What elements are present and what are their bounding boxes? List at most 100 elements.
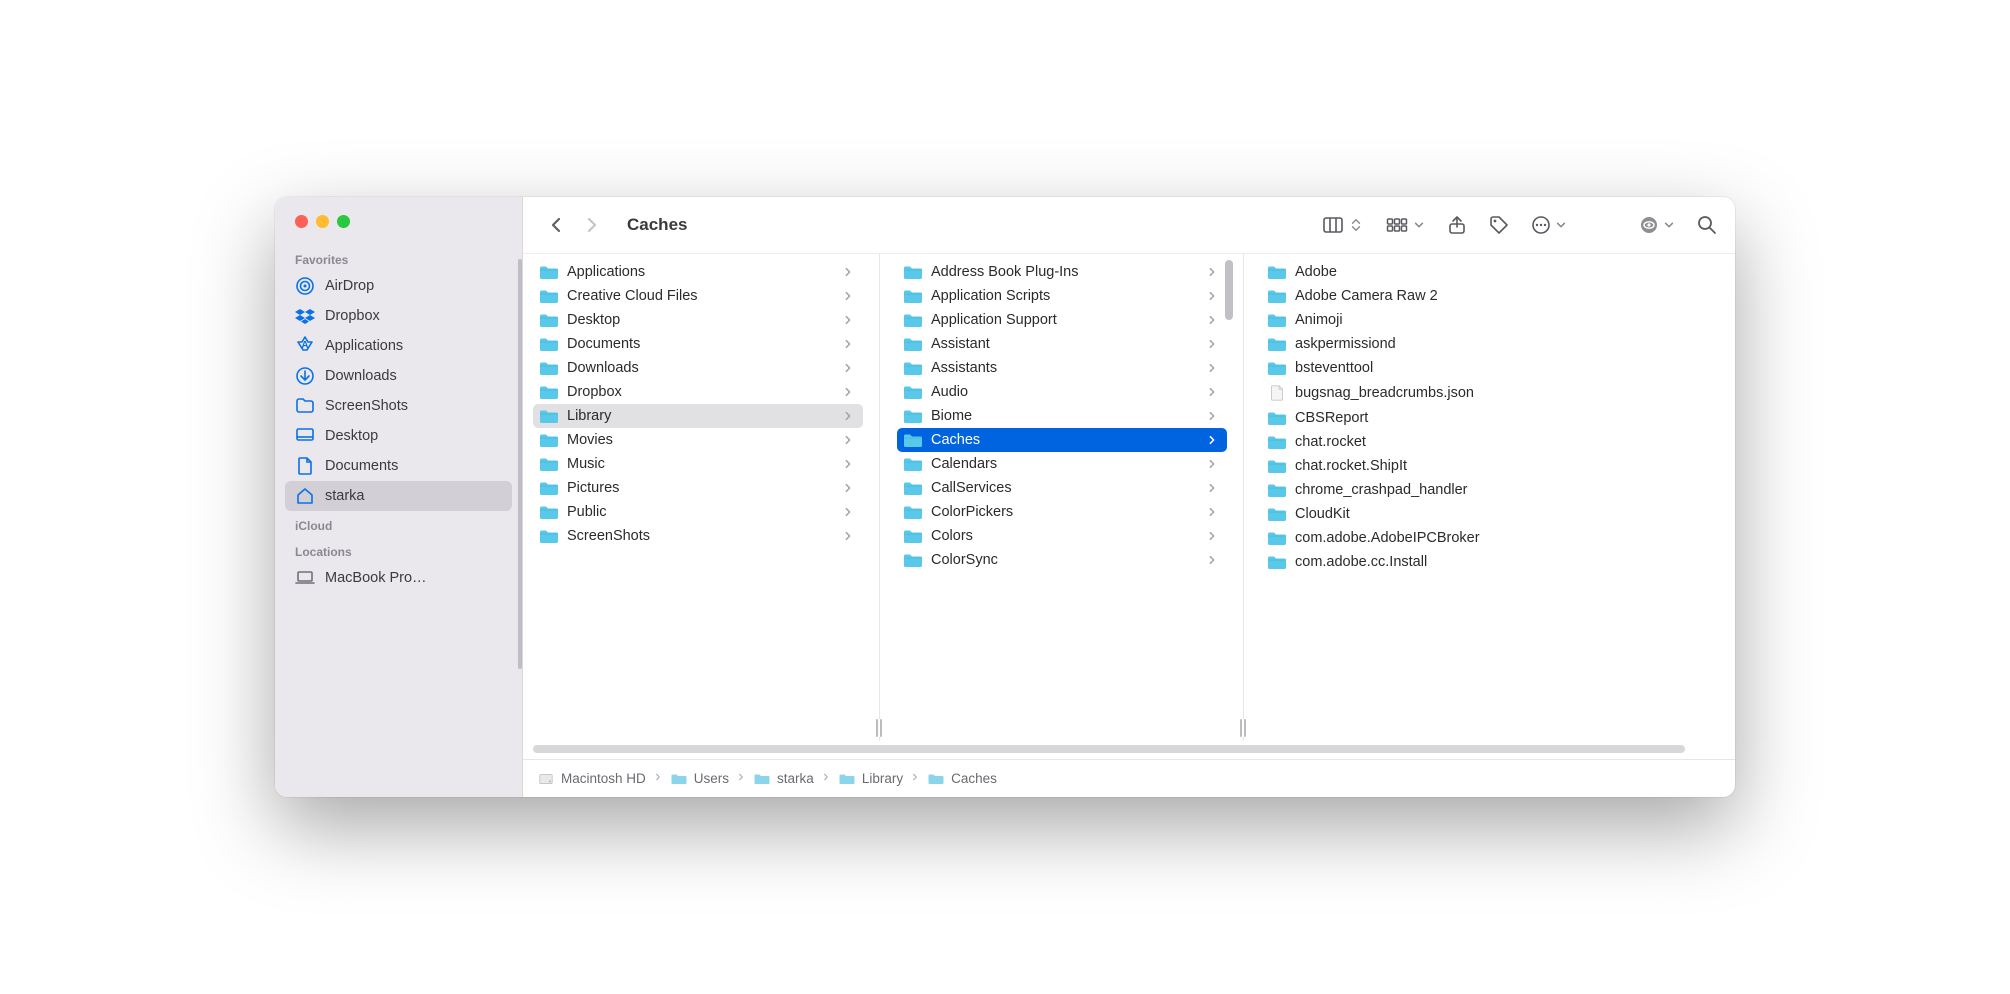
close-window-button[interactable]	[295, 215, 308, 228]
toolbar: Caches	[523, 197, 1735, 253]
horizontal-scrollbar[interactable]	[533, 741, 1725, 757]
sidebar-item-dropbox[interactable]: Dropbox	[285, 301, 512, 331]
list-item[interactable]: Biome	[897, 404, 1227, 428]
path-segment-label: Library	[862, 771, 903, 786]
chevron-right-icon	[1205, 313, 1219, 327]
list-item-label: Desktop	[567, 312, 833, 328]
sidebar-item-label: Applications	[325, 338, 403, 354]
list-item[interactable]: Desktop	[533, 308, 863, 332]
list-item[interactable]: Application Support	[897, 308, 1227, 332]
list-item[interactable]: Documents	[533, 332, 863, 356]
column-resize-handle[interactable]	[871, 254, 887, 741]
sidebar-section-title: Locations	[275, 537, 522, 563]
list-item[interactable]: com.adobe.cc.Install	[1261, 550, 1727, 574]
list-item[interactable]: Music	[533, 452, 863, 476]
list-item[interactable]: Application Scripts	[897, 284, 1227, 308]
list-item[interactable]: Library	[533, 404, 863, 428]
folder-icon	[539, 480, 559, 496]
column-resize-handle[interactable]	[1235, 254, 1251, 741]
chevron-right-icon	[1205, 265, 1219, 279]
sidebar-item-screenshots[interactable]: ScreenShots	[285, 391, 512, 421]
list-item[interactable]: Caches	[897, 428, 1227, 452]
sidebar-item-desktop[interactable]: Desktop	[285, 421, 512, 451]
list-item[interactable]: Pictures	[533, 476, 863, 500]
tags-button[interactable]	[1489, 210, 1509, 240]
list-item[interactable]: askpermissiond	[1261, 332, 1727, 356]
list-item[interactable]: Animoji	[1261, 308, 1727, 332]
column-scroll-indicator[interactable]	[1225, 260, 1233, 320]
list-item[interactable]: CBSReport	[1261, 406, 1727, 430]
list-item[interactable]: Downloads	[533, 356, 863, 380]
back-button[interactable]	[541, 210, 571, 240]
list-item[interactable]: Assistant	[897, 332, 1227, 356]
list-item-label: Adobe	[1295, 264, 1719, 280]
folder-icon	[903, 384, 923, 400]
list-item[interactable]: chat.rocket.ShipIt	[1261, 454, 1727, 478]
list-item[interactable]: ScreenShots	[533, 524, 863, 548]
list-item[interactable]: CallServices	[897, 476, 1227, 500]
view-mode-button[interactable]	[1321, 210, 1363, 240]
list-item-label: Caches	[931, 432, 1197, 448]
forward-button[interactable]	[577, 210, 607, 240]
list-item[interactable]: Audio	[897, 380, 1227, 404]
list-item[interactable]: Movies	[533, 428, 863, 452]
path-segment[interactable]: Caches	[927, 771, 997, 786]
list-item-label: Application Support	[931, 312, 1197, 328]
list-item[interactable]: com.adobe.AdobeIPCBroker	[1261, 526, 1727, 550]
list-item[interactable]: Adobe	[1261, 260, 1727, 284]
sidebar-item-starka[interactable]: starka	[285, 481, 512, 511]
list-item[interactable]: Adobe Camera Raw 2	[1261, 284, 1727, 308]
chevron-right-icon	[841, 433, 855, 447]
list-item[interactable]: bsteventtool	[1261, 356, 1727, 380]
list-item[interactable]: Assistants	[897, 356, 1227, 380]
minimize-window-button[interactable]	[316, 215, 329, 228]
list-item[interactable]: chat.rocket	[1261, 430, 1727, 454]
chevron-right-icon	[841, 313, 855, 327]
chevron-right-icon	[841, 505, 855, 519]
sidebar-item-documents[interactable]: Documents	[285, 451, 512, 481]
sidebar-scroll-indicator[interactable]	[518, 259, 522, 669]
list-item[interactable]: bugsnag_breadcrumbs.json	[1261, 380, 1727, 406]
sidebar-item-macbook-pro-[interactable]: MacBook Pro…	[285, 563, 512, 593]
sidebar-item-airdrop[interactable]: AirDrop	[285, 271, 512, 301]
share-button[interactable]	[1447, 210, 1467, 240]
list-item-label: Creative Cloud Files	[567, 288, 833, 304]
actions-button[interactable]	[1531, 210, 1567, 240]
list-item-label: Library	[567, 408, 833, 424]
sidebar-item-downloads[interactable]: Downloads	[285, 361, 512, 391]
list-item[interactable]: CloudKit	[1261, 502, 1727, 526]
path-segment[interactable]: Macintosh HD	[537, 771, 646, 786]
path-segment[interactable]: starka	[753, 771, 814, 786]
list-item[interactable]: Creative Cloud Files	[533, 284, 863, 308]
list-item[interactable]: Address Book Plug-Ins	[897, 260, 1227, 284]
list-item[interactable]: Applications	[533, 260, 863, 284]
list-item-label: Movies	[567, 432, 833, 448]
dropbox-icon	[295, 306, 315, 326]
folder-icon	[1267, 506, 1287, 522]
chevron-right-icon	[1205, 409, 1219, 423]
list-item[interactable]: chrome_crashpad_handler	[1261, 478, 1727, 502]
folder-icon	[539, 288, 559, 304]
path-segment[interactable]: Library	[838, 771, 903, 786]
list-item-label: Animoji	[1295, 312, 1719, 328]
list-item[interactable]: Calendars	[897, 452, 1227, 476]
search-button[interactable]	[1697, 210, 1717, 240]
group-by-button[interactable]	[1385, 210, 1425, 240]
folder-icon	[539, 336, 559, 352]
list-item[interactable]: ColorSync	[897, 548, 1227, 572]
chevron-right-icon	[841, 529, 855, 543]
column-3: Adobe Adobe Camera Raw 2 Animoji askpermiss…	[1251, 254, 1735, 741]
zoom-window-button[interactable]	[337, 215, 350, 228]
list-item-label: Applications	[567, 264, 833, 280]
list-item[interactable]: Dropbox	[533, 380, 863, 404]
preview-button[interactable]	[1639, 210, 1675, 240]
chevron-right-icon	[841, 337, 855, 351]
path-segment[interactable]: Users	[670, 771, 729, 786]
documents-icon	[295, 456, 315, 476]
sidebar-item-applications[interactable]: Applications	[285, 331, 512, 361]
list-item[interactable]: ColorPickers	[897, 500, 1227, 524]
folder-icon	[903, 312, 923, 328]
sidebar-item-label: MacBook Pro…	[325, 570, 427, 586]
list-item[interactable]: Colors	[897, 524, 1227, 548]
list-item[interactable]: Public	[533, 500, 863, 524]
